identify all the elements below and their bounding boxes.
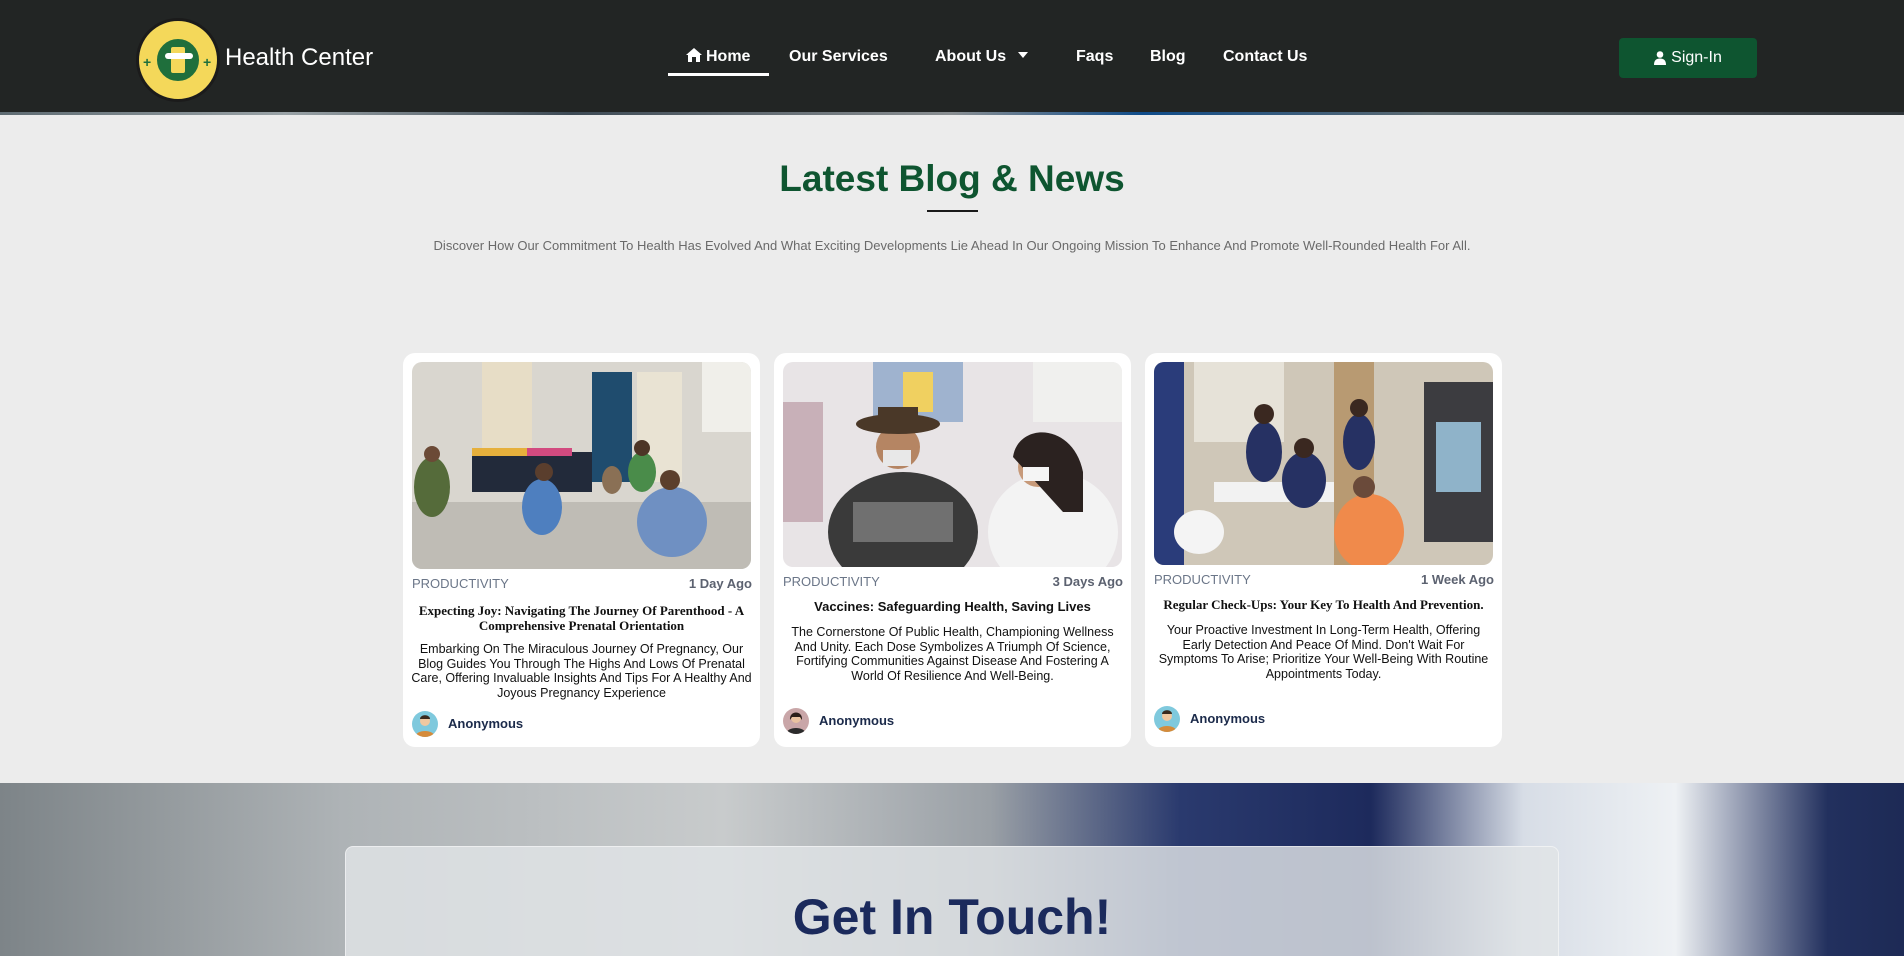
blog-card-category[interactable]: PRODUCTIVITY	[783, 574, 880, 589]
blog-card-author: Anonymous	[819, 713, 895, 728]
section-title: Latest Blog & News	[779, 158, 1125, 199]
title-divider	[927, 210, 978, 212]
avatar	[1154, 706, 1180, 732]
sign-in-button[interactable]: Sign-In	[1619, 38, 1757, 78]
contact-title: Get In Touch!	[792, 889, 1112, 945]
nav-services[interactable]: Our Services	[789, 48, 888, 66]
nav-about-us[interactable]: About Us	[935, 48, 1029, 66]
blog-card-excerpt: The Cornerstone Of Public Health, Champi…	[791, 625, 1114, 683]
blog-card-image[interactable]	[412, 362, 751, 569]
sign-in-label: Sign-In	[1671, 49, 1722, 66]
blog-card-image[interactable]	[1154, 362, 1493, 565]
blog-card-time: 3 Days Ago	[1052, 574, 1123, 589]
avatar	[783, 708, 809, 734]
nav-contact-us[interactable]: Contact Us	[1223, 48, 1307, 66]
brand-name[interactable]: Health Center	[225, 44, 373, 72]
blog-card-title[interactable]: Regular Check-Ups: Your Key To Health An…	[1151, 597, 1496, 612]
blog-card-time: 1 Week Ago	[1421, 572, 1494, 587]
top-navbar: + + Health Center Home Our Services About…	[0, 0, 1904, 115]
nav-home-label: Home	[706, 48, 751, 65]
user-icon	[1654, 51, 1667, 65]
chevron-down-icon	[1018, 52, 1029, 58]
clinic-logo-icon[interactable]: + +	[136, 18, 220, 102]
nav-active-indicator	[668, 73, 769, 76]
avatar	[412, 711, 438, 737]
nav-about-label: About Us	[935, 48, 1007, 65]
blog-card-author: Anonymous	[448, 716, 524, 731]
nav-blog[interactable]: Blog	[1150, 48, 1186, 66]
blog-card-excerpt: Your Proactive Investment In Long-Term H…	[1158, 623, 1489, 681]
blog-card-category[interactable]: PRODUCTIVITY	[412, 576, 509, 591]
blog-card[interactable]: PRODUCTIVITY 1 Week Ago Regular Check-Up…	[1145, 353, 1502, 747]
nav-faqs[interactable]: Faqs	[1076, 48, 1113, 66]
blog-card[interactable]: PRODUCTIVITY 1 Day Ago Expecting Joy: Na…	[403, 353, 760, 747]
blog-card-title[interactable]: Vaccines: Safeguarding Health, Saving Li…	[780, 599, 1125, 614]
nav-home[interactable]: Home	[686, 48, 750, 66]
blog-card-image[interactable]	[783, 362, 1122, 567]
blog-card-time: 1 Day Ago	[688, 576, 752, 591]
blog-card-category[interactable]: PRODUCTIVITY	[1154, 572, 1251, 587]
blog-card-excerpt: Embarking On The Miraculous Journey Of P…	[411, 642, 752, 700]
blog-card-title[interactable]: Expecting Joy: Navigating The Journey Of…	[409, 603, 754, 633]
section-subtitle: Discover How Our Commitment To Health Ha…	[433, 238, 1471, 253]
home-icon	[686, 48, 702, 62]
blog-card-author: Anonymous	[1190, 711, 1266, 726]
blog-card[interactable]: PRODUCTIVITY 3 Days Ago Vaccines: Safegu…	[774, 353, 1131, 747]
